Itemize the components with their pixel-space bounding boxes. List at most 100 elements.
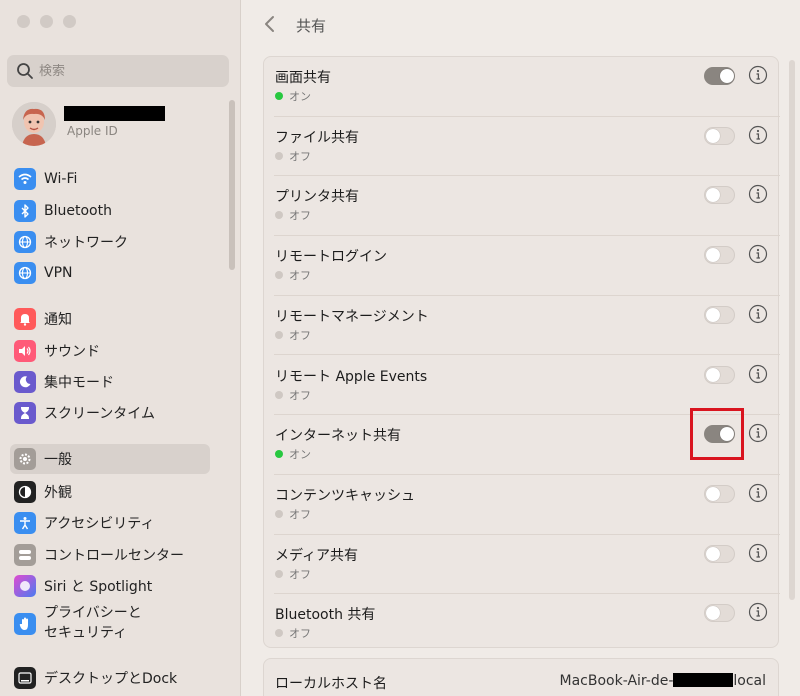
sidebar-item-control-center[interactable]: コントロールセンター	[10, 542, 210, 568]
service-name: コンテンツキャッシュ	[275, 487, 415, 504]
sidebar-item-notifications[interactable]: 通知	[10, 306, 210, 332]
status-dot-icon	[275, 330, 283, 339]
vpn-icon	[14, 262, 36, 284]
service-row-bluetooth-sharing[interactable]: Bluetooth 共有 オフ	[264, 594, 780, 654]
service-name: リモートマネージメント	[275, 308, 429, 325]
service-row-screen-sharing[interactable]: 画面共有 オン	[264, 57, 780, 117]
info-icon[interactable]	[748, 125, 768, 145]
sidebar-item-label: ネットワーク	[44, 235, 128, 251]
service-status-text: オフ	[289, 567, 311, 581]
file-sharing-toggle[interactable]	[704, 126, 735, 145]
local-hostname-value: MacBook-Air-de-local	[559, 673, 766, 689]
search-icon	[17, 63, 33, 79]
service-status-text: オフ	[289, 328, 311, 342]
sidebar-item-siri-spotlight[interactable]: Siri と Spotlight	[10, 573, 210, 599]
accessibility-icon	[14, 512, 36, 534]
service-row-file-sharing[interactable]: ファイル共有 オフ	[264, 117, 780, 177]
sidebar-item-bluetooth[interactable]: Bluetooth	[10, 198, 210, 224]
sidebar-item-desktop-dock[interactable]: デスクトップとDock	[10, 665, 210, 691]
info-icon[interactable]	[748, 364, 768, 384]
main-content: 共有 画面共有 オン ファイル共有 オフ プリンタ共有 オフ リモートログイン オフ リモートマ…	[241, 0, 800, 696]
header: 共有	[241, 0, 800, 46]
sidebar-item-sound[interactable]: サウンド	[10, 338, 210, 364]
service-name: リモートログイン	[275, 249, 387, 266]
window-controls	[17, 15, 76, 28]
minimize-window-button[interactable]	[40, 15, 53, 28]
moon-icon	[14, 371, 36, 393]
chevron-left-icon[interactable]	[261, 14, 279, 34]
service-status: オフ	[275, 267, 311, 283]
info-icon[interactable]	[748, 244, 768, 264]
service-status-text: オフ	[289, 149, 311, 163]
service-row-remote-management[interactable]: リモートマネージメントオフ	[264, 296, 780, 356]
avatar	[12, 102, 56, 146]
bell-icon	[14, 308, 36, 330]
service-status-text: オン	[289, 448, 311, 462]
media-sharing-toggle[interactable]	[704, 544, 735, 563]
service-row-remote-login[interactable]: リモートログインオフ	[264, 236, 780, 296]
content-caching-toggle[interactable]	[704, 484, 735, 503]
service-row-content-caching[interactable]: コンテンツキャッシュオフ	[264, 475, 780, 535]
sidebar-item-general[interactable]: 一般	[10, 444, 210, 474]
local-hostname-label: ローカルホスト名	[275, 676, 387, 692]
sidebar-item-label: Wi-Fi	[44, 171, 78, 187]
close-window-button[interactable]	[17, 15, 30, 28]
info-icon[interactable]	[748, 543, 768, 563]
main-scrollbar[interactable]	[789, 60, 795, 600]
service-name: プリンタ共有	[275, 189, 359, 206]
sidebar-item-appearance[interactable]: 外観	[10, 479, 210, 505]
service-status-text: オフ	[289, 209, 311, 223]
info-icon[interactable]	[748, 304, 768, 324]
service-row-remote-apple-events[interactable]: リモート Apple Events オフ	[264, 356, 780, 416]
sidebar-item-focus[interactable]: 集中モード	[10, 369, 210, 395]
status-dot-icon	[275, 450, 283, 459]
appearance-icon	[14, 481, 36, 503]
sidebar-item-privacy-security[interactable]: プライバシーと セキュリティ	[10, 603, 210, 647]
sidebar-item-label: サウンド	[44, 344, 100, 360]
printer-sharing-toggle[interactable]	[704, 186, 735, 205]
search-field[interactable]	[7, 55, 229, 87]
status-dot-icon	[275, 390, 283, 399]
sidebar-scrollbar[interactable]	[229, 100, 235, 270]
remote-management-toggle[interactable]	[704, 305, 735, 324]
service-name: メディア共有	[275, 547, 359, 564]
speaker-icon	[14, 340, 36, 362]
sidebar-item-label: 外観	[44, 485, 72, 501]
info-icon[interactable]	[748, 65, 768, 85]
service-status-text: オン	[289, 90, 311, 103]
redacted-user-name	[64, 106, 165, 121]
sidebar-item-screen-time[interactable]: スクリーンタイム	[10, 400, 210, 426]
status-dot-icon	[275, 569, 283, 578]
local-hostname-row: ローカルホスト名 MacBook-Air-de-local	[263, 658, 779, 696]
service-status-text: オフ	[289, 507, 311, 521]
service-status: オフ	[275, 327, 311, 343]
bluetooth-sharing-toggle[interactable]	[704, 604, 735, 623]
remote-login-toggle[interactable]	[704, 246, 735, 265]
info-icon[interactable]	[748, 602, 768, 622]
service-status: オフ	[275, 566, 311, 582]
service-name: リモート Apple Events	[275, 368, 428, 385]
service-row-media-sharing[interactable]: メディア共有オフ	[264, 535, 780, 595]
info-icon[interactable]	[748, 423, 768, 443]
info-icon[interactable]	[748, 483, 768, 503]
wifi-icon	[14, 168, 36, 190]
sidebar-item-label: 一般	[44, 452, 72, 468]
sidebar-item-label: 通知	[44, 312, 72, 328]
status-dot-icon	[275, 151, 283, 160]
service-status-text: オフ	[289, 269, 311, 283]
info-icon[interactable]	[748, 184, 768, 204]
dock-icon	[14, 667, 36, 689]
zoom-window-button[interactable]	[63, 15, 76, 28]
status-dot-icon	[275, 509, 283, 518]
sidebar-item-vpn[interactable]: VPN	[10, 260, 210, 286]
sidebar-item-accessibility[interactable]: アクセシビリティ	[10, 510, 210, 536]
service-row-printer-sharing[interactable]: プリンタ共有オフ	[264, 176, 780, 237]
sidebar-item-wifi[interactable]: Wi-Fi	[10, 166, 210, 192]
service-status: オフ	[275, 148, 311, 164]
remote-apple-events-toggle[interactable]	[704, 365, 735, 384]
service-name: 画面共有	[275, 70, 331, 86]
screen-sharing-toggle[interactable]	[704, 67, 735, 85]
search-input[interactable]	[39, 63, 219, 79]
sidebar-item-network[interactable]: ネットワーク	[10, 229, 210, 255]
sharing-services-list: 画面共有 オン ファイル共有 オフ プリンタ共有 オフ リモートログイン オフ リモートマネージ…	[263, 56, 780, 648]
